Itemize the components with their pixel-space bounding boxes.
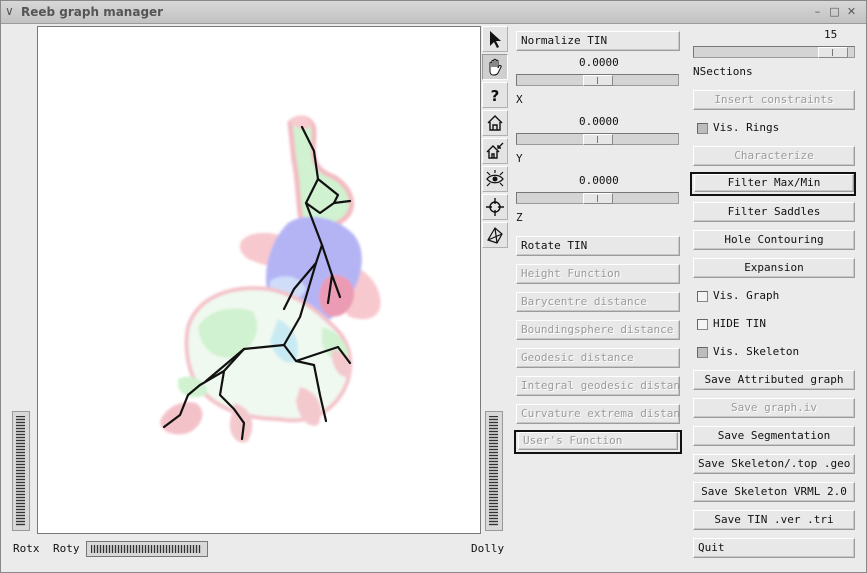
svg-text:?: ?	[491, 87, 500, 105]
nsections-slider[interactable]	[693, 46, 855, 58]
roty-label: Roty	[53, 542, 80, 555]
boundingsphere-distance-button[interactable]: Boundingsphere distance	[516, 320, 680, 340]
insert-constraints-button[interactable]: Insert constraints	[693, 90, 855, 110]
vis-rings-checkbox[interactable]: Vis. Rings	[697, 120, 847, 136]
app-window: ∨ Reeb graph manager – □ ✕ ? Rotx Roty D…	[0, 0, 867, 573]
view-all-eye-icon[interactable]	[482, 166, 508, 192]
3d-viewer[interactable]	[37, 26, 481, 534]
vis-graph-label: Vis. Graph	[713, 289, 780, 302]
vis-skeleton-label: Vis. Skeleton	[713, 345, 800, 358]
z-value: 0.0000	[579, 174, 619, 187]
nsections-value: 15	[824, 28, 838, 41]
projection-cube-icon[interactable]	[482, 222, 508, 248]
integral-geodesic-distance-button[interactable]: Integral geodesic distance	[516, 376, 680, 396]
roty-thumbwheel[interactable]	[86, 541, 208, 557]
window-title: Reeb graph manager	[21, 5, 164, 19]
vis-rings-label: Vis. Rings	[713, 121, 780, 134]
save-attributed-graph-button[interactable]: Save Attributed graph	[693, 370, 855, 390]
hide-tin-label: HIDE TIN	[713, 317, 766, 330]
filter-saddles-button[interactable]: Filter Saddles	[693, 202, 855, 222]
y-label: Y	[516, 152, 523, 165]
dolly-label: Dolly	[471, 542, 505, 555]
hide-tin-checkbox[interactable]: HIDE TIN	[697, 316, 847, 332]
y-slider[interactable]	[516, 133, 679, 145]
users-function-button[interactable]: User's Function	[518, 432, 678, 450]
help-question-icon[interactable]: ?	[482, 82, 508, 108]
home-icon[interactable]	[482, 110, 508, 136]
seek-crosshair-icon[interactable]	[482, 194, 508, 220]
x-slider[interactable]	[516, 74, 679, 86]
quit-button[interactable]: Quit	[693, 538, 855, 558]
nsections-label: NSections	[693, 65, 753, 78]
window-menu-chevron-icon[interactable]: ∨	[5, 4, 14, 18]
filter-maxmin-button[interactable]: Filter Max/Min	[694, 174, 854, 192]
barycentre-distance-button[interactable]: Barycentre distance	[516, 292, 680, 312]
maximize-icon[interactable]: □	[827, 4, 842, 19]
save-tin-button[interactable]: Save TIN .ver .tri	[693, 510, 855, 530]
select-arrow-icon[interactable]	[482, 26, 508, 52]
rotx-thumbwheel[interactable]	[12, 411, 30, 531]
rotx-label: Rotx	[13, 542, 40, 555]
z-slider[interactable]	[516, 192, 679, 204]
characterize-button[interactable]: Characterize	[693, 146, 855, 166]
close-icon[interactable]: ✕	[844, 4, 859, 19]
title-bar[interactable]: ∨ Reeb graph manager – □ ✕	[1, 1, 866, 24]
dolly-thumbwheel[interactable]	[485, 411, 503, 531]
save-skeleton-vrml-button[interactable]: Save Skeleton VRML 2.0	[693, 482, 855, 502]
x-label: X	[516, 93, 523, 106]
vis-skeleton-checkbox[interactable]: Vis. Skeleton	[697, 344, 847, 360]
z-label: Z	[516, 211, 523, 224]
geodesic-distance-button[interactable]: Geodesic distance	[516, 348, 680, 368]
set-home-icon[interactable]	[482, 138, 508, 164]
save-graph-iv-button[interactable]: Save graph.iv	[693, 398, 855, 418]
curvature-extrema-distance-button[interactable]: Curvature extrema distance	[516, 404, 680, 424]
save-segmentation-button[interactable]: Save Segmentation	[693, 426, 855, 446]
rotate-tin-button[interactable]: Rotate TIN	[516, 236, 680, 256]
normalize-tin-button[interactable]: Normalize TIN	[516, 31, 680, 51]
save-skeleton-top-geo-button[interactable]: Save Skeleton/.top .geo	[693, 454, 855, 474]
expansion-button[interactable]: Expansion	[693, 258, 855, 278]
vis-graph-checkbox[interactable]: Vis. Graph	[697, 288, 847, 304]
minimize-icon[interactable]: –	[810, 4, 825, 19]
elephant-mesh-render	[160, 115, 381, 443]
height-function-button[interactable]: Height Function	[516, 264, 680, 284]
pan-hand-icon[interactable]	[482, 54, 508, 80]
hole-contouring-button[interactable]: Hole Contouring	[693, 230, 855, 250]
y-value: 0.0000	[579, 115, 619, 128]
x-value: 0.0000	[579, 56, 619, 69]
